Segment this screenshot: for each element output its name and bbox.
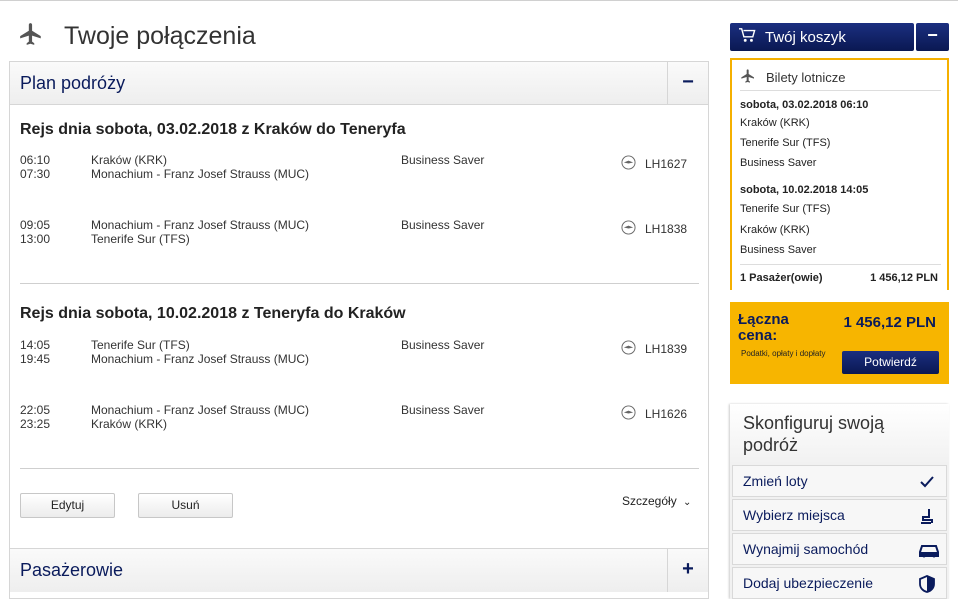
- config-item-label: Wynajmij samochód: [743, 541, 869, 557]
- airplane-icon: [740, 68, 766, 87]
- outbound-from: Kraków (KRK): [740, 117, 810, 129]
- remove-button[interactable]: Usuń: [138, 493, 233, 518]
- config-item-label: Zmień loty: [743, 473, 808, 489]
- total-value: 1 456,12 PLN: [843, 314, 936, 331]
- travel-plan-title: Plan podróży: [20, 73, 126, 93]
- departure-airport: Monachium - Franz Josef Strauss (MUC): [91, 218, 310, 232]
- total-label: Łączna cena:: [738, 311, 789, 344]
- shield-icon: [918, 575, 936, 593]
- arrival-time: 07:30: [20, 167, 51, 181]
- flight-number: LH1626: [645, 407, 688, 421]
- outbound-to: Tenerife Sur (TFS): [740, 137, 831, 149]
- cart-summary: Bilety lotnicze sobota, 03.02.2018 06:10…: [730, 58, 949, 290]
- departure-time: 06:10: [20, 153, 51, 167]
- cart-price: 1 456,12 PLN: [870, 272, 938, 284]
- travel-plan-header[interactable]: Plan podróży −: [10, 62, 708, 105]
- arrival-time: 23:25: [20, 417, 51, 431]
- inbound-date: sobota, 10.02.2018 14:05: [740, 184, 869, 196]
- passengers-panel: Pasażerowie +: [9, 548, 709, 599]
- arrival-time: 13:00: [20, 232, 51, 246]
- confirm-button[interactable]: Potwierdź: [842, 351, 939, 374]
- departure-time: 09:05: [20, 218, 51, 232]
- airline-logo-icon: [621, 405, 645, 423]
- outbound-flight-title: Rejs dnia sobota, 03.02.2018 z Kraków do…: [20, 121, 406, 138]
- car-icon: [918, 541, 940, 559]
- collapse-cart-button[interactable]: −: [916, 23, 949, 51]
- details-link[interactable]: Szczegóły ⌄: [622, 494, 691, 508]
- collapse-plan-button[interactable]: −: [667, 62, 708, 105]
- outbound-date: sobota, 03.02.2018 06:10: [740, 99, 869, 111]
- page-title: Twoje połączenia: [64, 21, 256, 50]
- arrival-airport: Tenerife Sur (TFS): [91, 232, 190, 246]
- config-item-label: Wybierz miejsca: [743, 507, 845, 523]
- flight-segment: 14:05 19:45 Tenerife Sur (TFS) Monachium -…: [20, 338, 700, 368]
- edit-button[interactable]: Edytuj: [20, 493, 115, 518]
- departure-airport: Monachium - Franz Josef Strauss (MUC): [91, 403, 310, 417]
- tickets-label: Bilety lotnicze: [766, 70, 846, 85]
- departure-airport: Tenerife Sur (TFS): [91, 338, 190, 352]
- checkmark-icon: [918, 473, 936, 491]
- divider: [20, 468, 699, 469]
- flight-number: LH1627: [645, 157, 688, 171]
- cart-icon: [738, 27, 765, 47]
- passengers-header[interactable]: Pasażerowie +: [10, 549, 708, 592]
- inbound-fare: Business Saver: [740, 244, 817, 256]
- divider: [740, 90, 941, 91]
- total-note: Podatki, opłaty i dopłaty: [741, 349, 826, 358]
- inbound-flight-title: Rejs dnia sobota, 10.02.2018 z Teneryfa …: [20, 305, 406, 322]
- inbound-from: Tenerife Sur (TFS): [740, 203, 831, 215]
- select-seats-item[interactable]: Wybierz miejsca: [732, 499, 947, 531]
- outbound-fare: Business Saver: [740, 157, 817, 169]
- inbound-to: Kraków (KRK): [740, 224, 810, 236]
- total-price-box: Łączna cena: 1 456,12 PLN Podatki, opłat…: [730, 302, 949, 384]
- fare-class: Business Saver: [401, 218, 485, 232]
- passengers-count: 1 Pasażer(owie): [740, 272, 823, 284]
- config-item-label: Dodaj ubezpieczenie: [743, 575, 873, 591]
- flight-segment: 09:05 13:00 Monachium - Franz Josef Strau…: [20, 218, 700, 248]
- departure-airport: Kraków (KRK): [91, 153, 168, 167]
- departure-time: 22:05: [20, 403, 51, 417]
- airline-logo-icon: [621, 340, 645, 358]
- arrival-airport: Monachium - Franz Josef Strauss (MUC): [91, 352, 310, 366]
- add-insurance-item[interactable]: Dodaj ubezpieczenie: [732, 567, 947, 599]
- departure-time: 14:05: [20, 338, 51, 352]
- rent-car-item[interactable]: Wynajmij samochód: [732, 533, 947, 565]
- cart-button[interactable]: Twój koszyk: [730, 23, 914, 51]
- fare-class: Business Saver: [401, 153, 485, 167]
- airline-logo-icon: [621, 155, 645, 173]
- fare-class: Business Saver: [401, 403, 485, 417]
- airplane-icon: [18, 21, 44, 52]
- top-border: [0, 0, 958, 4]
- flight-segment: 06:10 07:30 Kraków (KRK) Monachium - Franz…: [20, 153, 700, 183]
- fare-class: Business Saver: [401, 338, 485, 352]
- divider: [740, 264, 941, 265]
- cart-label: Twój koszyk: [765, 28, 846, 46]
- divider: [20, 283, 699, 284]
- configure-trip-panel: Skonfiguruj swoją podróż Zmień loty Wybi…: [730, 404, 949, 599]
- flight-segment: 22:05 23:25 Monachium - Franz Josef Strau…: [20, 403, 700, 433]
- change-flights-item[interactable]: Zmień loty: [732, 465, 947, 497]
- configure-title: Skonfiguruj swoją podróż: [743, 413, 885, 455]
- page-header: Twoje połączenia: [18, 18, 256, 54]
- airline-logo-icon: [621, 220, 645, 238]
- tickets-header: Bilety lotnicze: [740, 68, 845, 87]
- arrival-airport: Kraków (KRK): [91, 417, 168, 431]
- passengers-title: Pasażerowie: [20, 560, 124, 580]
- travel-plan-panel: Plan podróży − Rejs dnia sobota, 03.02.2…: [9, 61, 709, 551]
- chevron-down-icon: ⌄: [683, 497, 692, 508]
- flight-number: LH1839: [645, 342, 688, 356]
- seat-icon: [918, 507, 936, 525]
- flight-number: LH1838: [645, 222, 688, 236]
- arrival-airport: Monachium - Franz Josef Strauss (MUC): [91, 167, 310, 181]
- arrival-time: 19:45: [20, 352, 51, 366]
- details-label: Szczegóły: [622, 494, 677, 508]
- expand-passengers-button[interactable]: +: [667, 549, 708, 592]
